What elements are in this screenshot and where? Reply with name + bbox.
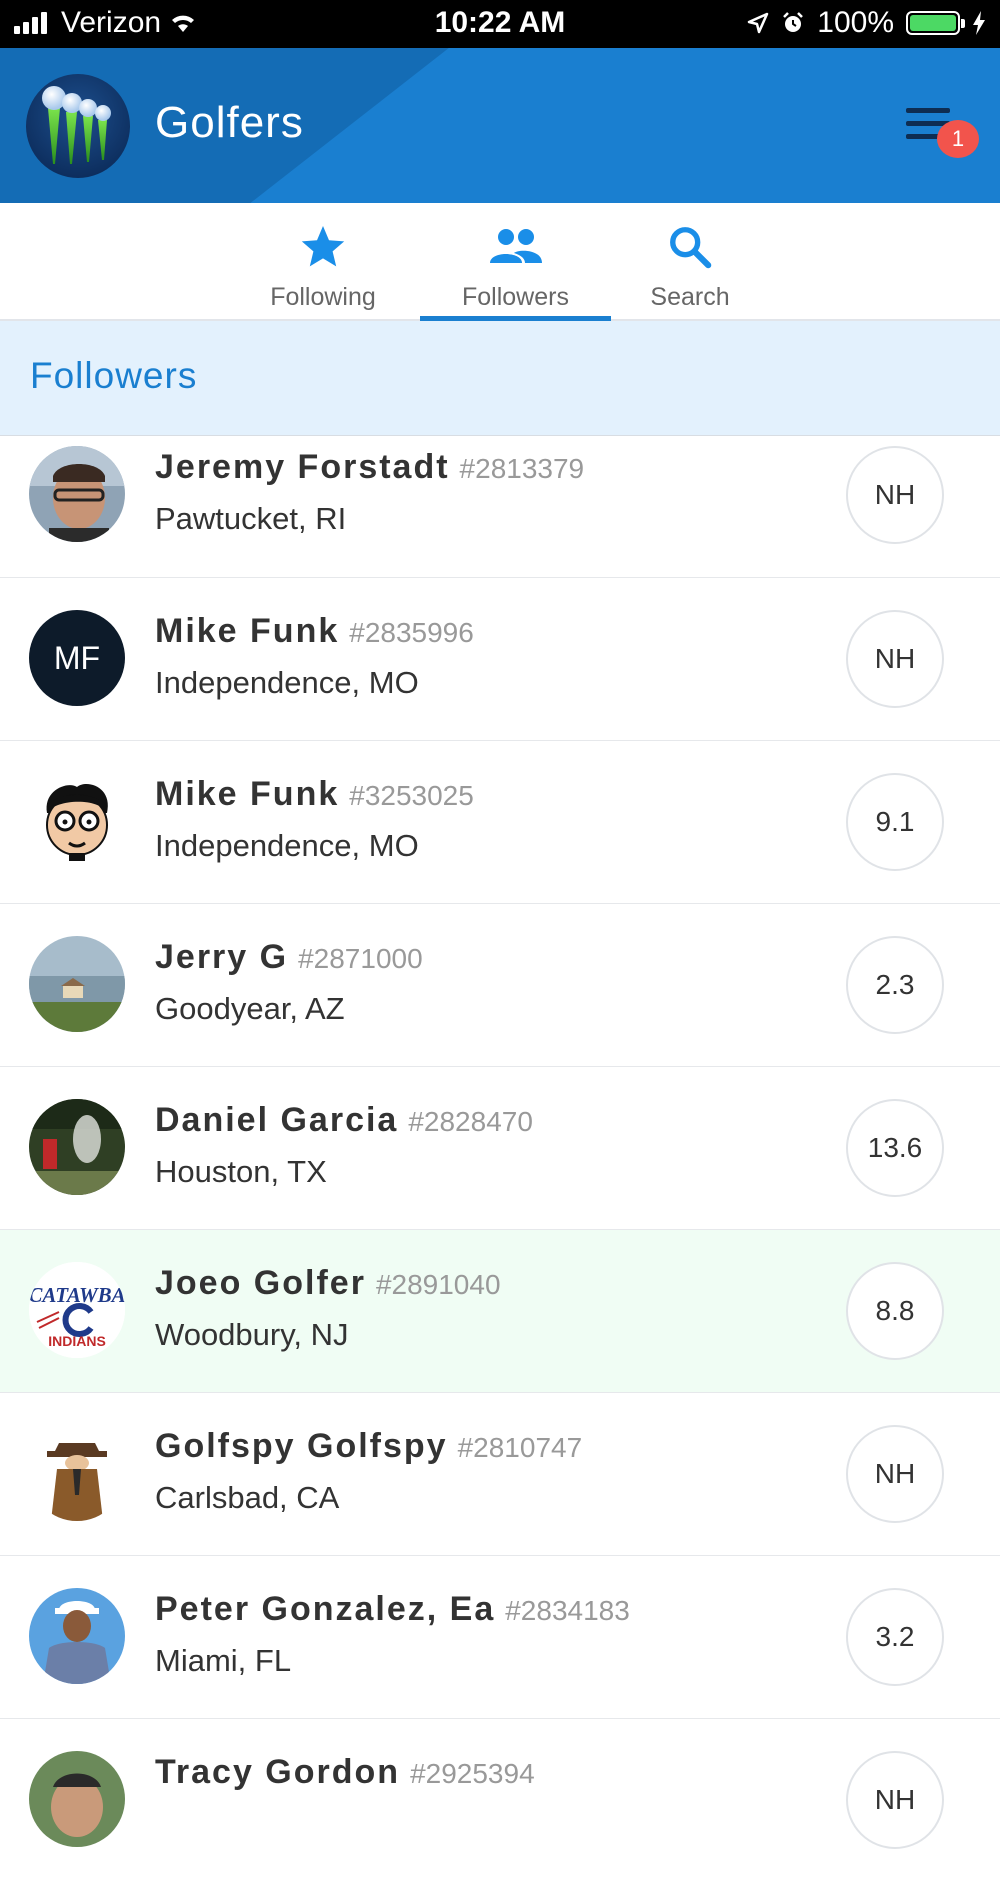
tab-search-label: Search xyxy=(650,283,730,311)
tab-search[interactable]: Search xyxy=(630,203,750,319)
golfer-id: #2835996 xyxy=(349,617,474,648)
charging-bolt-icon xyxy=(973,11,985,35)
list-item[interactable]: Jeremy Forstadt #2813379 Pawtucket, RI NH xyxy=(0,436,1000,578)
golfer-name: Jeremy Forstadt xyxy=(155,448,450,486)
golfer-location: Miami, FL xyxy=(155,1643,292,1678)
golfer-location: Pawtucket, RI xyxy=(155,501,347,536)
alarm-icon xyxy=(783,12,804,32)
handicap-badge: 2.3 xyxy=(846,936,944,1034)
golfer-name: Golfspy Golfspy xyxy=(155,1427,448,1465)
list-item[interactable]: Daniel Garcia #2828470 Houston, TX 13.6 xyxy=(0,1067,1000,1230)
golfer-name: Jerry G xyxy=(155,938,289,976)
handicap-badge: 13.6 xyxy=(846,1099,944,1197)
section-title: Followers xyxy=(30,355,198,396)
golfer-id: #2834183 xyxy=(505,1595,630,1626)
avatar xyxy=(29,1751,125,1847)
handicap-badge: 9.1 xyxy=(846,773,944,871)
avatar xyxy=(29,446,125,542)
avatar xyxy=(29,773,125,869)
avatar xyxy=(29,936,125,1032)
avatar-team-logo: CATAWBA INDIANS xyxy=(29,1262,125,1358)
app-header: Golfers 1 xyxy=(0,48,1000,203)
tab-following-label: Following xyxy=(270,283,376,311)
handicap-badge: NH xyxy=(846,1751,944,1849)
battery-percent: 100% xyxy=(817,6,894,39)
location-arrow-icon xyxy=(748,12,769,34)
golfer-id: #2810747 xyxy=(457,1432,583,1463)
search-icon xyxy=(670,227,712,269)
golfer-location: Woodbury, NJ xyxy=(155,1317,349,1352)
avatar xyxy=(29,1099,125,1195)
handicap-badge: 3.2 xyxy=(846,1588,944,1686)
golfer-name: Daniel Garcia xyxy=(155,1101,399,1139)
golfer-id: #3253025 xyxy=(349,780,474,811)
golfer-name: Joeo Golfer xyxy=(155,1264,366,1302)
golfer-id: #2813379 xyxy=(459,453,585,484)
status-bar: Verizon 10:22 AM 100% xyxy=(0,0,1000,48)
notification-badge: 1 xyxy=(937,120,979,158)
golfer-location: Independence, MO xyxy=(155,665,419,700)
page-title: Golfers xyxy=(155,98,304,147)
tab-bar: Following Followers Search xyxy=(0,203,1000,321)
golfers-logo xyxy=(26,74,130,178)
golfer-name: Tracy Gordon xyxy=(155,1753,401,1791)
tab-followers[interactable]: Followers xyxy=(420,203,611,321)
handicap-badge: NH xyxy=(846,1425,944,1523)
avatar xyxy=(29,1588,125,1684)
list-item[interactable]: Tracy Gordon #2925394 NH xyxy=(0,1719,1000,1881)
people-icon xyxy=(489,229,542,263)
golfer-location: Carlsbad, CA xyxy=(155,1480,340,1515)
list-item[interactable]: MF Mike Funk #2835996 Independence, MO NH xyxy=(0,578,1000,741)
golfer-name: Mike Funk xyxy=(155,775,340,813)
tab-following[interactable]: Following xyxy=(248,203,398,319)
handicap-badge: NH xyxy=(846,446,944,544)
golfer-id: #2871000 xyxy=(298,943,423,974)
star-icon xyxy=(301,226,345,267)
followers-list: Jeremy Forstadt #2813379 Pawtucket, RI NH… xyxy=(0,436,1000,1881)
handicap-badge: NH xyxy=(846,610,944,708)
list-item[interactable]: Golfspy Golfspy #2810747 Carlsbad, CA NH xyxy=(0,1393,1000,1556)
golfer-id: #2891040 xyxy=(375,1269,501,1300)
golfer-location: Independence, MO xyxy=(155,828,419,863)
svg-text:INDIANS: INDIANS xyxy=(48,1333,106,1349)
list-item[interactable]: Mike Funk #3253025 Independence, MO 9.1 xyxy=(0,741,1000,904)
list-item[interactable]: Jerry G #2871000 Goodyear, AZ 2.3 xyxy=(0,904,1000,1067)
golfer-name: Mike Funk xyxy=(155,612,340,650)
golfer-name: Peter Gonzalez, Ea xyxy=(155,1590,496,1628)
avatar xyxy=(29,1425,125,1521)
avatar-initials: MF xyxy=(29,610,125,706)
battery-icon xyxy=(906,11,965,35)
golfer-location: Goodyear, AZ xyxy=(155,991,345,1026)
golfer-id: #2828470 xyxy=(408,1106,533,1137)
tab-followers-label: Followers xyxy=(462,283,569,311)
list-item[interactable]: CATAWBA INDIANS Joeo Golfer #2891040 Wood… xyxy=(0,1230,1000,1393)
handicap-badge: 8.8 xyxy=(846,1262,944,1360)
section-header: Followers xyxy=(0,321,1000,436)
golfer-id: #2925394 xyxy=(410,1758,535,1789)
list-item[interactable]: Peter Gonzalez, Ea #2834183 Miami, FL 3.2 xyxy=(0,1556,1000,1719)
golfer-location: Houston, TX xyxy=(155,1154,327,1189)
